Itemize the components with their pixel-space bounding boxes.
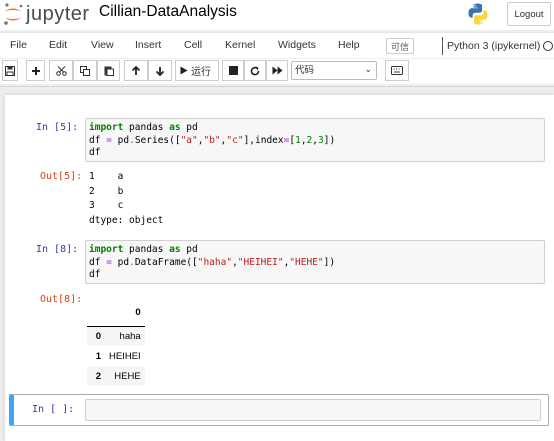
row-index: 1: [95, 350, 101, 362]
cell-1-output: 1 a 2 b 3 c dtype: object: [89, 170, 163, 228]
plus-icon: [31, 66, 40, 75]
arrow-down-icon: [155, 66, 165, 76]
copy-button[interactable]: [73, 60, 97, 81]
fast-forward-icon: [272, 66, 282, 75]
save-icon: [5, 65, 15, 76]
menubar: File Edit View Insert Cell Kernel Widget…: [0, 32, 554, 58]
run-button[interactable]: 运行: [175, 60, 219, 81]
move-down-button[interactable]: [148, 60, 172, 81]
notebook-page: In [5]: import pandas as pd df = pd.Seri…: [5, 95, 554, 441]
table-row: 0 haha: [87, 326, 145, 346]
paste-icon: [104, 66, 114, 76]
command-palette-button[interactable]: [385, 60, 409, 81]
stop-icon: [228, 66, 238, 75]
toolbar: 运行 代码 ⌄: [0, 59, 554, 84]
interrupt-button[interactable]: [222, 60, 244, 81]
table-row: 2 HEHE: [87, 366, 145, 386]
menu-cell[interactable]: Cell: [184, 39, 202, 51]
jupyter-wordmark: jupyter: [26, 2, 90, 25]
menu-help[interactable]: Help: [338, 39, 360, 51]
cell-3-in-prompt: In [ ]:: [32, 404, 75, 415]
table-cell: HEIHEI: [109, 350, 141, 362]
python-logo-icon: [468, 3, 488, 25]
arrow-up-icon: [131, 65, 141, 75]
menu-edit[interactable]: Edit: [49, 39, 67, 51]
restart-button[interactable]: [244, 60, 266, 81]
cell-2-in-prompt: In [8]:: [36, 244, 79, 255]
table-row: 1 HEIHEI: [87, 346, 145, 366]
save-button[interactable]: [2, 60, 18, 81]
index-header: [87, 299, 105, 327]
move-up-button[interactable]: [124, 60, 148, 81]
table-cell: haha: [119, 330, 141, 342]
output-line: 3 c: [89, 200, 124, 211]
row-index: 0: [95, 330, 101, 342]
menu-widgets[interactable]: Widgets: [278, 39, 316, 51]
scissors-icon: [55, 65, 67, 76]
kernel-status-icon: [543, 41, 553, 51]
jupyter-logo[interactable]: jupyter: [2, 2, 90, 26]
cell-type-value: 代码: [295, 65, 315, 76]
cell-3-input[interactable]: [85, 399, 541, 421]
copy-icon: [80, 65, 90, 76]
menu-view[interactable]: View: [91, 39, 114, 51]
jupyter-logo-icon: [4, 3, 23, 25]
menu-insert[interactable]: Insert: [135, 39, 161, 51]
cut-button[interactable]: [49, 60, 73, 81]
output-line: 1 a: [89, 171, 124, 182]
logout-button[interactable]: Logout: [507, 2, 551, 26]
table-header-row: 0: [87, 299, 145, 327]
notebook-title[interactable]: Cillian-DataAnalysis: [99, 3, 237, 21]
notebook-area[interactable]: In [5]: import pandas as pd df = pd.Seri…: [0, 95, 554, 441]
output-line: dtype: object: [89, 214, 164, 226]
cell-1-in-prompt: In [5]:: [36, 122, 79, 133]
chevron-down-icon: ⌄: [364, 65, 372, 75]
menu-file[interactable]: File: [10, 39, 27, 51]
output-line: 2 b: [89, 185, 124, 197]
header-separator: [0, 86, 554, 94]
column-header: 0: [105, 299, 145, 327]
dataframe-table: 0 0 haha 1 HEIHEI 2 HEHE: [87, 299, 145, 386]
paste-button[interactable]: [97, 60, 120, 81]
restart-run-all-button[interactable]: [266, 60, 288, 81]
trusted-indicator[interactable]: 可信: [386, 38, 414, 54]
kernel-name: Python 3 (ipykernel): [442, 37, 540, 55]
keyboard-icon: [391, 66, 403, 75]
cell-type-select[interactable]: 代码 ⌄: [291, 61, 377, 80]
menu-kernel[interactable]: Kernel: [225, 39, 255, 51]
table-cell: HEHE: [114, 370, 141, 382]
notebook-header: jupyter Cillian-DataAnalysis Logout: [0, 0, 554, 30]
cell-2-input[interactable]: import pandas as pd df = pd.DataFrame(["…: [85, 240, 545, 284]
restart-icon: [250, 66, 260, 75]
row-index: 2: [95, 370, 101, 382]
cell-2-out-prompt: Out[8]:: [40, 294, 83, 305]
play-icon: [180, 66, 188, 75]
run-label: 运行: [191, 67, 211, 78]
insert-cell-button[interactable]: [26, 60, 45, 81]
cell-1-input[interactable]: import pandas as pd df = pd.Series(["a",…: [85, 118, 545, 162]
cell-1-out-prompt: Out[5]:: [40, 171, 83, 182]
